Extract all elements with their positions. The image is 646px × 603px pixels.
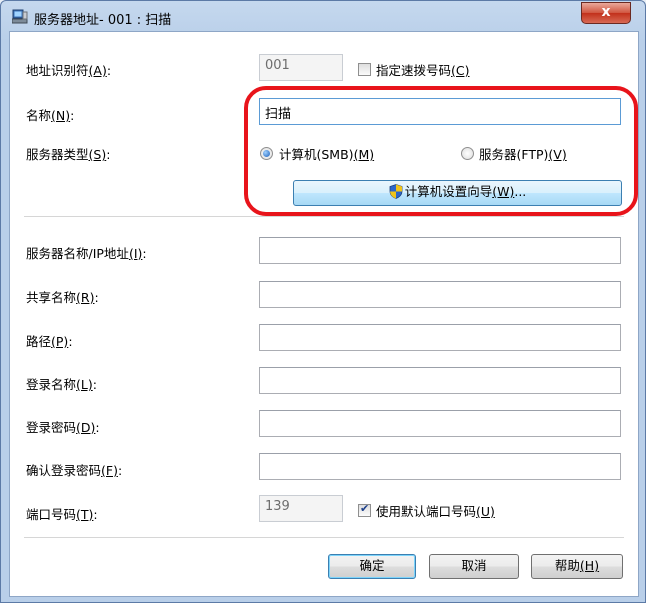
name-label-text: 名称 [26, 108, 52, 123]
name-mnemonic: (N) [51, 108, 71, 123]
help-button[interactable]: 帮助(H) [531, 554, 623, 579]
address-id-label: 地址识别符(A): [26, 60, 111, 79]
speed-dial-mnemonic: (C) [451, 63, 470, 78]
port-suffix: : [93, 507, 98, 522]
path-label-text: 路径 [26, 334, 52, 349]
speed-dial-checkbox[interactable] [358, 63, 371, 76]
server-type-label: 服务器类型(S): [26, 144, 110, 163]
address-id-label-text: 地址识别符 [26, 63, 89, 78]
login-password-suffix: : [95, 420, 100, 435]
default-port-label[interactable]: 使用默认端口号码(U) [376, 501, 495, 520]
server-type-mnemonic: (S) [88, 147, 107, 162]
close-icon: x [601, 4, 611, 20]
server-name-label: 服务器名称/IP地址(I): [26, 243, 147, 262]
help-mnemonic: (H) [579, 558, 600, 573]
title-bar[interactable]: 服务器地址- 001 : 扫描 x [1, 1, 645, 31]
address-id-suffix: : [106, 63, 112, 78]
port-label-text: 端口号码 [26, 507, 77, 522]
login-name-label: 登录名称(L): [26, 374, 97, 393]
cancel-button[interactable]: 取消 [429, 554, 519, 579]
login-name-suffix: : [92, 377, 97, 392]
address-id-field: 001 [259, 54, 343, 81]
address-id-mnemonic: (A) [88, 63, 107, 78]
name-label: 名称(N): [26, 105, 74, 124]
share-name-mnemonic: (R) [76, 290, 95, 305]
server-name-mnemonic: (I) [128, 246, 143, 261]
confirm-password-label: 确认登录密码(F): [26, 460, 122, 479]
dialog-window: 服务器地址- 001 : 扫描 x 地址识别符(A): 001 指定速拨号码(C… [0, 0, 646, 603]
login-password-label: 登录密码(D): [26, 417, 100, 436]
window-title: 服务器地址- 001 : 扫描 [34, 13, 172, 28]
path-label: 路径(P): [26, 331, 73, 350]
path-mnemonic: (P) [51, 334, 69, 349]
cancel-label: 取消 [461, 558, 487, 573]
default-port-mnemonic: (U) [476, 504, 495, 519]
share-name-suffix: : [94, 290, 99, 305]
separator-top [24, 216, 624, 217]
login-password-mnemonic: (D) [76, 420, 96, 435]
computer-icon [11, 9, 28, 24]
port-field: 139 [259, 495, 343, 522]
path-suffix: : [68, 334, 73, 349]
close-button[interactable]: x [581, 2, 631, 24]
speed-dial-label-text: 指定速拨号码 [376, 63, 452, 78]
server-name-input[interactable] [259, 237, 621, 264]
path-input[interactable] [259, 324, 621, 351]
default-port-label-text: 使用默认端口号码 [376, 504, 477, 519]
ok-button[interactable]: 确定 [328, 554, 416, 579]
login-password-label-text: 登录密码 [26, 420, 77, 435]
login-name-label-text: 登录名称 [26, 377, 77, 392]
speed-dial-label[interactable]: 指定速拨号码(C) [376, 60, 470, 79]
login-password-input[interactable] [259, 410, 621, 437]
ok-label: 确定 [359, 558, 385, 573]
server-name-suffix: : [142, 246, 147, 261]
dialog-body: 地址识别符(A): 001 指定速拨号码(C) 名称(N): 扫描 服务器类型(… [9, 31, 639, 597]
confirm-password-input[interactable] [259, 453, 621, 480]
server-type-label-text: 服务器类型 [26, 147, 89, 162]
share-name-label-text: 共享名称 [26, 290, 77, 305]
login-name-input[interactable] [259, 367, 621, 394]
server-type-suffix: : [106, 147, 111, 162]
login-name-mnemonic: (L) [76, 377, 93, 392]
confirm-password-suffix: : [117, 463, 123, 478]
default-port-checkbox[interactable] [358, 502, 371, 517]
share-name-label: 共享名称(R): [26, 287, 99, 306]
confirm-password-label-text: 确认登录密码 [26, 463, 102, 478]
port-mnemonic: (T) [76, 507, 94, 522]
highlight-annotation [244, 86, 638, 216]
separator-bottom [24, 537, 624, 538]
server-name-label-text: 服务器名称/IP地址 [26, 246, 129, 261]
port-label: 端口号码(T): [26, 504, 98, 523]
name-suffix: : [70, 108, 75, 123]
confirm-password-mnemonic: (F) [101, 463, 118, 478]
share-name-input[interactable] [259, 281, 621, 308]
help-label: 帮助 [554, 558, 580, 573]
